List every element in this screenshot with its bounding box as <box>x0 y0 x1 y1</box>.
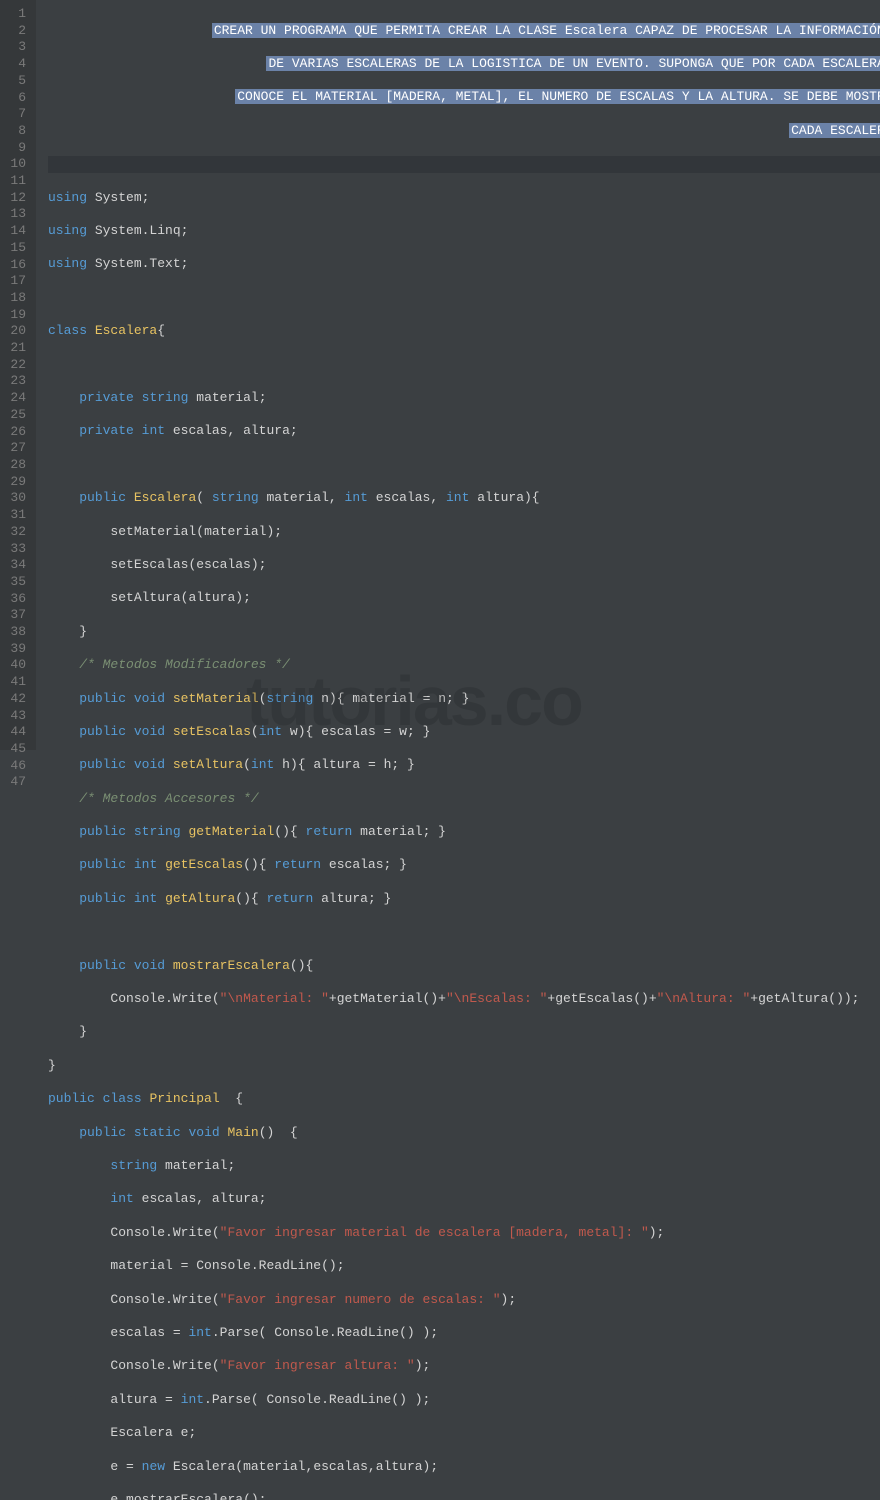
code-line: escalas = int.Parse( Console.ReadLine() … <box>48 1325 880 1342</box>
code-line: Console.Write("Favor ingresar numero de … <box>48 1292 880 1309</box>
line-number-gutter: 1234567891011121314151617181920212223242… <box>0 0 36 750</box>
code-line: } <box>48 1024 880 1041</box>
code-line: string material; <box>48 1158 880 1175</box>
code-line: private int escalas, altura; <box>48 423 880 440</box>
code-line: int escalas, altura; <box>48 1191 880 1208</box>
code-area[interactable]: CREAR UN PROGRAMA QUE PERMITA CREAR LA C… <box>36 0 880 750</box>
code-line <box>48 924 880 941</box>
code-line: /* Metodos Accesores */ <box>48 791 880 808</box>
code-line: altura = int.Parse( Console.ReadLine() )… <box>48 1392 880 1409</box>
code-line: private string material; <box>48 390 880 407</box>
code-line: public void setEscalas(int w){ escalas =… <box>48 724 880 741</box>
code-line: Console.Write("\nMaterial: "+getMaterial… <box>48 991 880 1008</box>
code-line: public int getAltura(){ return altura; } <box>48 891 880 908</box>
code-line: Console.Write("Favor ingresar altura: ")… <box>48 1358 880 1375</box>
code-line: using System.Text; <box>48 256 880 273</box>
code-line: setMaterial(material); <box>48 524 880 541</box>
code-line: setEscalas(escalas); <box>48 557 880 574</box>
code-line: using System.Linq; <box>48 223 880 240</box>
code-line: public Escalera( string material, int es… <box>48 490 880 507</box>
comment-line: CADA ESCALERA REGISTRADA <box>48 123 880 140</box>
code-line: e = new Escalera(material,escalas,altura… <box>48 1459 880 1476</box>
code-line: /* Metodos Modificadores */ <box>48 657 880 674</box>
code-line <box>48 290 880 307</box>
code-line: using System; <box>48 190 880 207</box>
code-line <box>48 156 880 173</box>
code-line: public void setAltura(int h){ altura = h… <box>48 757 880 774</box>
code-line: class Escalera{ <box>48 323 880 340</box>
code-line: } <box>48 624 880 641</box>
code-line: public int getEscalas(){ return escalas;… <box>48 857 880 874</box>
comment-line: CONOCE EL MATERIAL [MADERA, METAL], EL N… <box>48 89 880 106</box>
comment-line: CREAR UN PROGRAMA QUE PERMITA CREAR LA C… <box>48 23 880 40</box>
code-line: setAltura(altura); <box>48 590 880 607</box>
comment-line: DE VARIAS ESCALERAS DE LA LOGISTICA DE U… <box>48 56 880 73</box>
code-line <box>48 357 880 374</box>
code-line: public string getMaterial(){ return mate… <box>48 824 880 841</box>
code-line: public void setMaterial(string n){ mater… <box>48 691 880 708</box>
code-line: e.mostrarEscalera(); <box>48 1492 880 1500</box>
code-editor: 1234567891011121314151617181920212223242… <box>0 0 880 750</box>
code-line: Escalera e; <box>48 1425 880 1442</box>
code-line: } <box>48 1058 880 1075</box>
code-line <box>48 457 880 474</box>
code-line: public void mostrarEscalera(){ <box>48 958 880 975</box>
code-line: public static void Main() { <box>48 1125 880 1142</box>
code-line: public class Principal { <box>48 1091 880 1108</box>
code-line: Console.Write("Favor ingresar material d… <box>48 1225 880 1242</box>
code-line: material = Console.ReadLine(); <box>48 1258 880 1275</box>
